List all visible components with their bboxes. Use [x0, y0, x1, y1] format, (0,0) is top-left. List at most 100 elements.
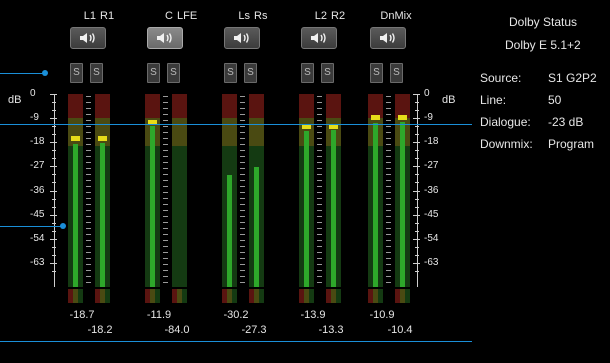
level-readout: -18.2	[87, 324, 113, 336]
pair-center-tick	[240, 246, 245, 247]
pair-center-tick	[317, 96, 322, 97]
callout-line-dialogue	[0, 124, 472, 125]
pair-center-tick	[163, 270, 168, 271]
pair-center-tick	[386, 138, 391, 139]
overload-indicator	[326, 289, 341, 303]
pair-center-tick	[163, 180, 168, 181]
pair-center-tick	[240, 228, 245, 229]
pair-center-tick	[240, 120, 245, 121]
callout-dot-solo	[42, 70, 48, 76]
status-key: Dialogue:	[480, 115, 531, 129]
scale-tick-label: -45	[424, 208, 439, 220]
pair-center-tick	[386, 222, 391, 223]
pair-center-tick	[163, 96, 168, 97]
pair-center-tick	[317, 234, 322, 235]
pair-center-tick	[163, 120, 168, 121]
pair-center-tick	[163, 198, 168, 199]
pair-center-tick	[86, 282, 91, 283]
level-readout: -84.0	[164, 324, 190, 336]
status-value: -23 dB	[548, 115, 584, 129]
scale-tick-label: -18	[30, 136, 45, 148]
solo-button[interactable]: S	[321, 63, 334, 83]
pair-center-tick	[86, 114, 91, 115]
pair-center-tick	[240, 132, 245, 133]
solo-button[interactable]: S	[147, 63, 160, 83]
pair-center-tick	[240, 198, 245, 199]
pair-center-tick	[163, 204, 168, 205]
pair-center-tick	[386, 168, 391, 169]
pair-center-tick	[317, 186, 322, 187]
pair-center-tick	[240, 108, 245, 109]
scale-tick-label: -27	[30, 160, 45, 172]
pair-center-tick	[163, 258, 168, 259]
solo-button[interactable]: S	[167, 63, 180, 83]
pair-center-tick	[386, 174, 391, 175]
pair-center-tick	[386, 228, 391, 229]
overload-indicator	[395, 289, 410, 303]
scale-tick-label: -63	[30, 256, 45, 268]
level-meter-fill	[73, 144, 78, 287]
channel-label: C	[165, 10, 173, 22]
status-key: Line:	[480, 93, 507, 107]
pair-center-tick	[163, 144, 168, 145]
channel-label: L1	[83, 10, 96, 22]
speaker-monitor-button[interactable]	[301, 27, 337, 49]
scale-tick-label: -63	[424, 256, 439, 268]
solo-button[interactable]: S	[244, 63, 257, 83]
peak-hold-marker	[71, 136, 80, 142]
level-readout: -30.2	[223, 309, 249, 321]
pair-center-tick	[317, 180, 322, 181]
pair-center-tick	[240, 252, 245, 253]
pair-center-tick	[163, 210, 168, 211]
pair-center-tick	[317, 138, 322, 139]
pair-center-tick	[163, 174, 168, 175]
pair-center-tick	[317, 144, 322, 145]
pair-center-tick	[240, 162, 245, 163]
pair-center-tick	[163, 108, 168, 109]
status-value: S1 G2P2	[548, 71, 597, 85]
pair-center-tick	[386, 186, 391, 187]
solo-button[interactable]: S	[390, 63, 403, 83]
pair-center-tick	[386, 264, 391, 265]
pair-center-tick	[86, 132, 91, 133]
pair-center-tick	[86, 162, 91, 163]
solo-button[interactable]: S	[301, 63, 314, 83]
pair-center-tick	[86, 228, 91, 229]
pair-center-tick	[86, 216, 91, 217]
pair-center-tick	[386, 150, 391, 151]
solo-button[interactable]: S	[224, 63, 237, 83]
level-meter-fill	[304, 131, 309, 287]
pair-center-tick	[163, 282, 168, 283]
pair-center-tick	[386, 210, 391, 211]
pair-center-tick	[386, 204, 391, 205]
pair-center-tick	[317, 114, 322, 115]
pair-center-tick	[386, 276, 391, 277]
pair-center-tick	[317, 216, 322, 217]
scale-tick-label: -45	[30, 208, 45, 220]
peak-hold-marker	[98, 136, 107, 142]
overload-indicator	[299, 289, 314, 303]
pair-center-tick	[86, 120, 91, 121]
scale-tick-label: 0	[30, 88, 36, 99]
solo-button[interactable]: S	[370, 63, 383, 83]
pair-center-tick	[163, 276, 168, 277]
pair-center-tick	[386, 144, 391, 145]
pair-center-tick	[240, 126, 245, 127]
pair-center-tick	[317, 222, 322, 223]
overload-indicator	[172, 289, 187, 303]
pair-center-tick	[317, 204, 322, 205]
speaker-monitor-button[interactable]	[370, 27, 406, 49]
solo-button[interactable]: S	[70, 63, 83, 83]
pair-center-tick	[317, 156, 322, 157]
pair-center-tick	[163, 264, 168, 265]
speaker-monitor-button[interactable]	[147, 27, 183, 49]
pair-center-tick	[386, 162, 391, 163]
pair-center-tick	[86, 240, 91, 241]
speaker-monitor-button[interactable]	[224, 27, 260, 49]
channel-label: L2	[314, 10, 327, 22]
pair-center-tick	[86, 198, 91, 199]
pair-center-tick	[163, 102, 168, 103]
pair-center-tick	[86, 186, 91, 187]
speaker-monitor-button[interactable]	[70, 27, 106, 49]
solo-button[interactable]: S	[90, 63, 103, 83]
